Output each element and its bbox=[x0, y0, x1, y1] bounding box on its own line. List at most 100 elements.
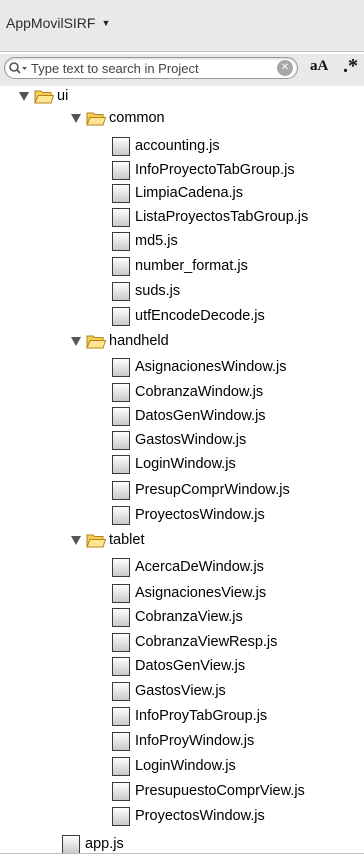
file-icon bbox=[112, 306, 130, 326]
file-icon bbox=[112, 207, 130, 227]
project-name: AppMovilSIRF bbox=[6, 15, 96, 31]
file-icon bbox=[112, 681, 130, 701]
regex-toggle[interactable]: .* bbox=[343, 55, 358, 78]
tree-file[interactable]: PresupuestoComprView.js bbox=[112, 781, 305, 801]
tree-file[interactable]: InfoProyectoTabGroup.js bbox=[112, 160, 295, 180]
file-label: ProyectosWindow.js bbox=[135, 507, 265, 523]
tree-file[interactable]: utfEncodeDecode.js bbox=[112, 306, 265, 326]
tree-file[interactable]: PresupComprWindow.js bbox=[112, 480, 290, 500]
case-sensitive-toggle[interactable]: aA bbox=[310, 58, 328, 75]
tree-file[interactable]: suds.js bbox=[112, 281, 180, 301]
clear-icon[interactable]: ✕ bbox=[277, 60, 293, 76]
file-label: InfoProyectoTabGroup.js bbox=[135, 162, 295, 178]
file-label: DatosGenWindow.js bbox=[135, 408, 266, 424]
file-icon bbox=[112, 607, 130, 627]
tree-file[interactable]: AsignacionesWindow.js bbox=[112, 357, 287, 377]
file-label: PresupComprWindow.js bbox=[135, 482, 290, 498]
folder-open-icon bbox=[86, 111, 107, 126]
file-icon bbox=[62, 834, 80, 854]
file-icon bbox=[112, 382, 130, 402]
tree-folder-common[interactable]: common bbox=[70, 108, 165, 128]
file-label: LimpiaCadena.js bbox=[135, 185, 244, 201]
file-icon bbox=[112, 806, 130, 826]
file-label: DatosGenView.js bbox=[135, 658, 246, 674]
search-icon[interactable] bbox=[5, 58, 31, 78]
tree-file[interactable]: md5.js bbox=[112, 231, 178, 251]
file-icon bbox=[112, 557, 130, 577]
folder-label: common bbox=[109, 110, 165, 126]
file-icon bbox=[112, 136, 130, 156]
file-label: AsignacionesWindow.js bbox=[135, 359, 287, 375]
file-label: AcercaDeWindow.js bbox=[135, 559, 264, 575]
disclosure-triangle-icon[interactable] bbox=[70, 112, 82, 124]
tree-file[interactable]: CobranzaWindow.js bbox=[112, 382, 263, 402]
folder-open-icon bbox=[34, 89, 55, 104]
file-icon bbox=[112, 430, 130, 450]
project-header: AppMovilSIRF ▼ bbox=[0, 0, 364, 52]
tree-file[interactable]: AcercaDeWindow.js bbox=[112, 557, 264, 577]
file-icon bbox=[112, 256, 130, 276]
disclosure-triangle-icon[interactable] bbox=[70, 534, 82, 546]
tree-file[interactable]: InfoProyWindow.js bbox=[112, 731, 254, 751]
tree-folder-handheld[interactable]: handheld bbox=[70, 331, 169, 351]
tree-file[interactable]: app.js bbox=[62, 834, 124, 854]
tree-file[interactable]: DatosGenView.js bbox=[112, 656, 245, 676]
file-label: GastosView.js bbox=[135, 683, 226, 699]
folder-open-icon bbox=[86, 533, 107, 548]
search-input[interactable] bbox=[31, 60, 277, 76]
folder-open-icon bbox=[86, 334, 107, 349]
file-icon bbox=[112, 183, 130, 203]
file-label: CobranzaView.js bbox=[135, 609, 243, 625]
file-icon bbox=[112, 632, 130, 652]
file-icon bbox=[112, 781, 130, 801]
tree-folder-ui[interactable]: ui bbox=[18, 86, 68, 106]
file-icon bbox=[112, 480, 130, 500]
tree-file[interactable]: ProyectosWindow.js bbox=[112, 505, 265, 525]
file-label: number_format.js bbox=[135, 258, 248, 274]
file-label: LoginWindow.js bbox=[135, 456, 236, 472]
file-label: app.js bbox=[85, 836, 124, 852]
disclosure-triangle-icon[interactable] bbox=[18, 90, 30, 102]
file-icon bbox=[112, 231, 130, 251]
file-label: InfoProyTabGroup.js bbox=[135, 708, 268, 724]
file-icon bbox=[112, 656, 130, 676]
file-label: md5.js bbox=[135, 233, 178, 249]
tree-file[interactable]: DatosGenWindow.js bbox=[112, 406, 266, 426]
panel-divider bbox=[0, 853, 364, 854]
file-label: utfEncodeDecode.js bbox=[135, 308, 265, 324]
tree-file[interactable]: LimpiaCadena.js bbox=[112, 183, 243, 203]
tree-file[interactable]: AsignacionesView.js bbox=[112, 583, 266, 603]
tree-file[interactable]: accounting.js bbox=[112, 136, 220, 156]
tree-file[interactable]: LoginWindow.js bbox=[112, 454, 236, 474]
project-selector[interactable]: AppMovilSIRF ▼ bbox=[6, 13, 110, 33]
file-label: LoginWindow.js bbox=[135, 758, 236, 774]
folder-label: handheld bbox=[109, 333, 169, 349]
file-icon bbox=[112, 406, 130, 426]
file-icon bbox=[112, 281, 130, 301]
tree-file[interactable]: number_format.js bbox=[112, 256, 248, 276]
file-icon bbox=[112, 731, 130, 751]
file-label: CobranzaViewResp.js bbox=[135, 634, 278, 650]
disclosure-triangle-icon[interactable] bbox=[70, 335, 82, 347]
file-icon bbox=[112, 160, 130, 180]
file-label: PresupuestoComprView.js bbox=[135, 783, 305, 799]
tree-file[interactable]: ListaProyectosTabGroup.js bbox=[112, 207, 308, 227]
file-icon bbox=[112, 756, 130, 776]
search-box[interactable]: ✕ bbox=[4, 57, 298, 79]
file-icon bbox=[112, 454, 130, 474]
file-label: AsignacionesView.js bbox=[135, 585, 267, 601]
file-icon bbox=[112, 706, 130, 726]
tree-file[interactable]: CobranzaViewResp.js bbox=[112, 632, 277, 652]
tree-file[interactable]: GastosWindow.js bbox=[112, 430, 246, 450]
file-label: ListaProyectosTabGroup.js bbox=[135, 209, 309, 225]
file-label: GastosWindow.js bbox=[135, 432, 247, 448]
folder-label: tablet bbox=[109, 532, 145, 548]
file-label: suds.js bbox=[135, 283, 181, 299]
tree-file[interactable]: InfoProyTabGroup.js bbox=[112, 706, 267, 726]
tree-file[interactable]: CobranzaView.js bbox=[112, 607, 243, 627]
chevron-down-icon: ▼ bbox=[101, 18, 111, 28]
tree-file[interactable]: LoginWindow.js bbox=[112, 756, 236, 776]
tree-file[interactable]: GastosView.js bbox=[112, 681, 226, 701]
tree-file[interactable]: ProyectosWindow.js bbox=[112, 806, 265, 826]
tree-folder-tablet[interactable]: tablet bbox=[70, 530, 144, 550]
